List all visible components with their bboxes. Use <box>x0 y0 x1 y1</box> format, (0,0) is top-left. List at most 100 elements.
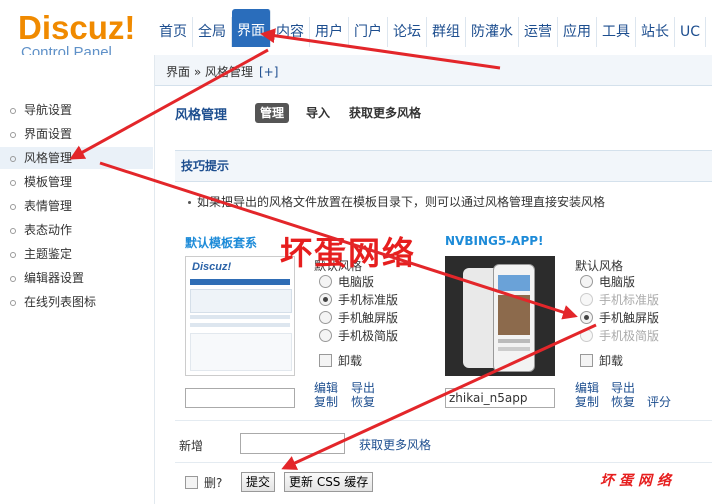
breadcrumb-plus-link[interactable]: [+] <box>259 65 278 79</box>
bullet-icon <box>188 201 191 204</box>
thumb-post-list <box>190 333 292 371</box>
copy-link-nvbing[interactable]: 复制 <box>575 393 599 410</box>
sidebar-item-label: 在线列表图标 <box>24 295 97 309</box>
new-label: 新增 <box>179 439 204 453</box>
phone-front <box>493 264 535 372</box>
template-dir-input-nvbing[interactable]: zhikai_n5app <box>445 388 555 408</box>
tab-get-more-styles[interactable]: 获取更多风格 <box>344 103 426 123</box>
submit-button[interactable]: 提交 <box>241 472 276 492</box>
sidebar-item[interactable]: 表态动作 <box>0 219 153 241</box>
sidebar-item-label: 导航设置 <box>24 103 73 117</box>
phone-screen-photo <box>498 295 530 335</box>
template-name-nvbing: NVBING5-APP! <box>445 234 544 248</box>
uninstall-checkbox-default[interactable]: 卸载 <box>319 352 362 369</box>
radio-default-mobile-touch[interactable]: 手机触屏版 <box>319 309 398 326</box>
restore-link-default[interactable]: 恢复 <box>351 393 375 410</box>
bullet-icon <box>10 180 16 186</box>
nav-item[interactable]: 用户 <box>310 17 349 47</box>
thumb-row <box>190 323 290 327</box>
bullet-icon <box>10 132 16 138</box>
radio-icon <box>580 293 593 306</box>
sidebar-item[interactable]: 在线列表图标 <box>0 291 153 313</box>
radio-default-mobile-standard[interactable]: 手机标准版 <box>319 291 398 308</box>
phone-screen-line <box>498 339 530 343</box>
nav-item[interactable]: 防灌水 <box>466 17 519 47</box>
get-more-styles-link[interactable]: 获取更多风格 <box>359 436 431 453</box>
bullet-icon <box>10 156 16 162</box>
radio-default-mobile-minimal[interactable]: 手机极简版 <box>319 327 398 344</box>
checkbox-icon[interactable] <box>580 354 593 367</box>
nav-item[interactable]: 界面 <box>232 9 271 47</box>
template-name-default: 默认模板套系 <box>185 236 258 250</box>
nav-item[interactable]: 应用 <box>558 17 597 47</box>
radio-nvbing-mobile-minimal: 手机极简版 <box>580 327 659 344</box>
radio-icon[interactable] <box>319 311 332 324</box>
nav-item[interactable]: 全局 <box>193 17 232 47</box>
bullet-icon <box>10 252 16 258</box>
radio-nvbing-pc[interactable]: 电脑版 <box>580 273 635 290</box>
sidebar-item[interactable]: 模板管理 <box>0 171 153 193</box>
nav-item[interactable]: 门户 <box>349 17 388 47</box>
nav-item[interactable]: 内容 <box>271 17 310 47</box>
bullet-icon <box>10 108 16 114</box>
nav-item[interactable]: 首页 <box>154 17 193 47</box>
sidebar-item-label: 表情管理 <box>24 199 73 213</box>
nav-item[interactable]: 论坛 <box>388 17 427 47</box>
new-style-input[interactable] <box>240 433 345 454</box>
sidebar: 导航设置界面设置风格管理模板管理表情管理表态动作主题鉴定编辑器设置在线列表图标 <box>0 55 155 504</box>
bullet-icon <box>10 204 16 210</box>
radio-icon <box>580 329 593 342</box>
divider <box>175 420 712 421</box>
sidebar-item[interactable]: 主题鉴定 <box>0 243 153 265</box>
sidebar-item-label: 主题鉴定 <box>24 247 73 261</box>
sidebar-item[interactable]: 界面设置 <box>0 123 153 145</box>
radio-default-pc[interactable]: 电脑版 <box>319 273 374 290</box>
sidebar-item-label: 编辑器设置 <box>24 271 85 285</box>
delete-checkbox[interactable]: 删? <box>185 474 222 491</box>
radio-icon[interactable] <box>580 311 593 324</box>
breadcrumb-text: 界面 » 风格管理 <box>166 65 253 79</box>
tab-manage[interactable]: 管理 <box>255 103 290 123</box>
tab-import[interactable]: 导入 <box>301 103 335 123</box>
nav-item[interactable]: 站长 <box>636 17 675 47</box>
thumb-logo: Discuz! <box>192 261 232 273</box>
discuz-logo[interactable]: Discuz! <box>18 9 135 47</box>
copy-link-default[interactable]: 复制 <box>314 393 338 410</box>
bullet-icon <box>10 300 16 306</box>
nav-item[interactable]: 工具 <box>597 17 636 47</box>
radio-icon[interactable] <box>319 275 332 288</box>
sidebar-item[interactable]: 表情管理 <box>0 195 153 217</box>
thumb-row <box>190 315 290 319</box>
tips-bar <box>175 150 712 182</box>
tip-text: 如果把导出的风格文件放置在模板目录下，则可以通过风格管理直接安装风格 <box>188 193 605 210</box>
sidebar-item-label: 界面设置 <box>24 127 73 141</box>
nav-item[interactable]: 群组 <box>427 17 466 47</box>
phone-screen-banner <box>498 275 530 291</box>
update-css-cache-button[interactable]: 更新 CSS 缓存 <box>284 472 374 492</box>
tips-title: 技巧提示 <box>181 159 230 173</box>
thumb-navbar <box>190 279 290 285</box>
sidebar-item-label: 表态动作 <box>24 223 73 237</box>
template-thumbnail-nvbing[interactable] <box>445 256 555 376</box>
page-title: 风格管理 <box>175 108 228 123</box>
watermark-text: 坏蛋网络 <box>280 234 417 272</box>
default-style-label: 默认风格 <box>575 259 624 273</box>
template-thumbnail-default[interactable]: Discuz! <box>185 256 295 376</box>
rate-link-nvbing[interactable]: 评分 <box>647 393 671 410</box>
nav-item[interactable]: UC <box>675 17 707 47</box>
checkbox-icon[interactable] <box>185 476 198 489</box>
uninstall-checkbox-nvbing[interactable]: 卸载 <box>580 352 623 369</box>
phone-screen-line <box>498 347 530 351</box>
sidebar-item-label: 模板管理 <box>24 175 73 189</box>
radio-icon[interactable] <box>580 275 593 288</box>
sidebar-item[interactable]: 导航设置 <box>0 99 153 121</box>
nav-item[interactable]: 运营 <box>519 17 558 47</box>
radio-icon[interactable] <box>319 329 332 342</box>
template-dir-input-default[interactable] <box>185 388 295 408</box>
sidebar-item[interactable]: 编辑器设置 <box>0 267 153 289</box>
radio-icon[interactable] <box>319 293 332 306</box>
radio-nvbing-mobile-touch[interactable]: 手机触屏版 <box>580 309 659 326</box>
restore-link-nvbing[interactable]: 恢复 <box>611 393 635 410</box>
sidebar-item[interactable]: 风格管理 <box>0 147 153 169</box>
checkbox-icon[interactable] <box>319 354 332 367</box>
